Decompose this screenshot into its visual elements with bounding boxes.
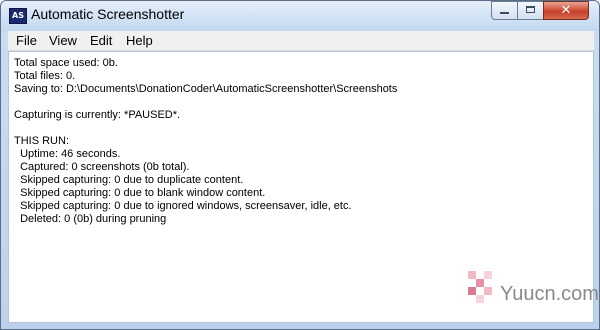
watermark-square	[476, 279, 484, 287]
watermark-square	[484, 287, 492, 295]
watermark-text: Yuucn.com	[500, 283, 599, 305]
skipped-duplicate-text: Skipped capturing: 0 due to duplicate co…	[14, 174, 244, 186]
saving-to-text: Saving to: D:\Documents\DonationCoder\Au…	[14, 83, 398, 95]
watermark-square	[468, 271, 476, 279]
app-icon[interactable]: AS	[9, 8, 27, 24]
menu-view[interactable]: View	[49, 32, 77, 49]
maximize-button[interactable]	[517, 1, 544, 20]
deleted-text: Deleted: 0 (0b) during pruning	[14, 213, 167, 225]
watermark-square	[484, 271, 492, 279]
skipped-ignored-text: Skipped capturing: 0 due to ignored wind…	[14, 200, 352, 212]
window-title: Automatic Screenshotter	[31, 6, 185, 22]
maximize-icon	[526, 6, 535, 13]
total-files-text: Total files: 0.	[14, 70, 76, 82]
this-run-heading: THIS RUN:	[14, 135, 69, 147]
close-icon: ✕	[560, 3, 572, 18]
skipped-blank-text: Skipped capturing: 0 due to blank window…	[14, 187, 266, 199]
minimize-button[interactable]	[491, 1, 518, 20]
watermark-square	[476, 295, 484, 303]
capturing-status-text: Capturing is currently: *PAUSED*.	[14, 109, 181, 121]
total-space-text: Total space used: 0b.	[14, 57, 118, 69]
watermark-square	[468, 287, 476, 295]
minimize-icon	[500, 12, 509, 14]
menu-edit[interactable]: Edit	[90, 32, 112, 49]
menu-bar: File View Edit Help	[8, 31, 594, 51]
close-button[interactable]: ✕	[543, 1, 589, 20]
app-window: AS Automatic Screenshotter ✕ File View E…	[0, 0, 600, 330]
menu-file[interactable]: File	[16, 32, 37, 49]
captured-text: Captured: 0 screenshots (0b total).	[14, 161, 190, 173]
menu-help[interactable]: Help	[126, 32, 153, 49]
uptime-text: Uptime: 46 seconds.	[14, 148, 121, 160]
title-bar[interactable]: AS Automatic Screenshotter ✕	[1, 1, 599, 31]
watermark: Yuucn.com	[468, 271, 599, 316]
